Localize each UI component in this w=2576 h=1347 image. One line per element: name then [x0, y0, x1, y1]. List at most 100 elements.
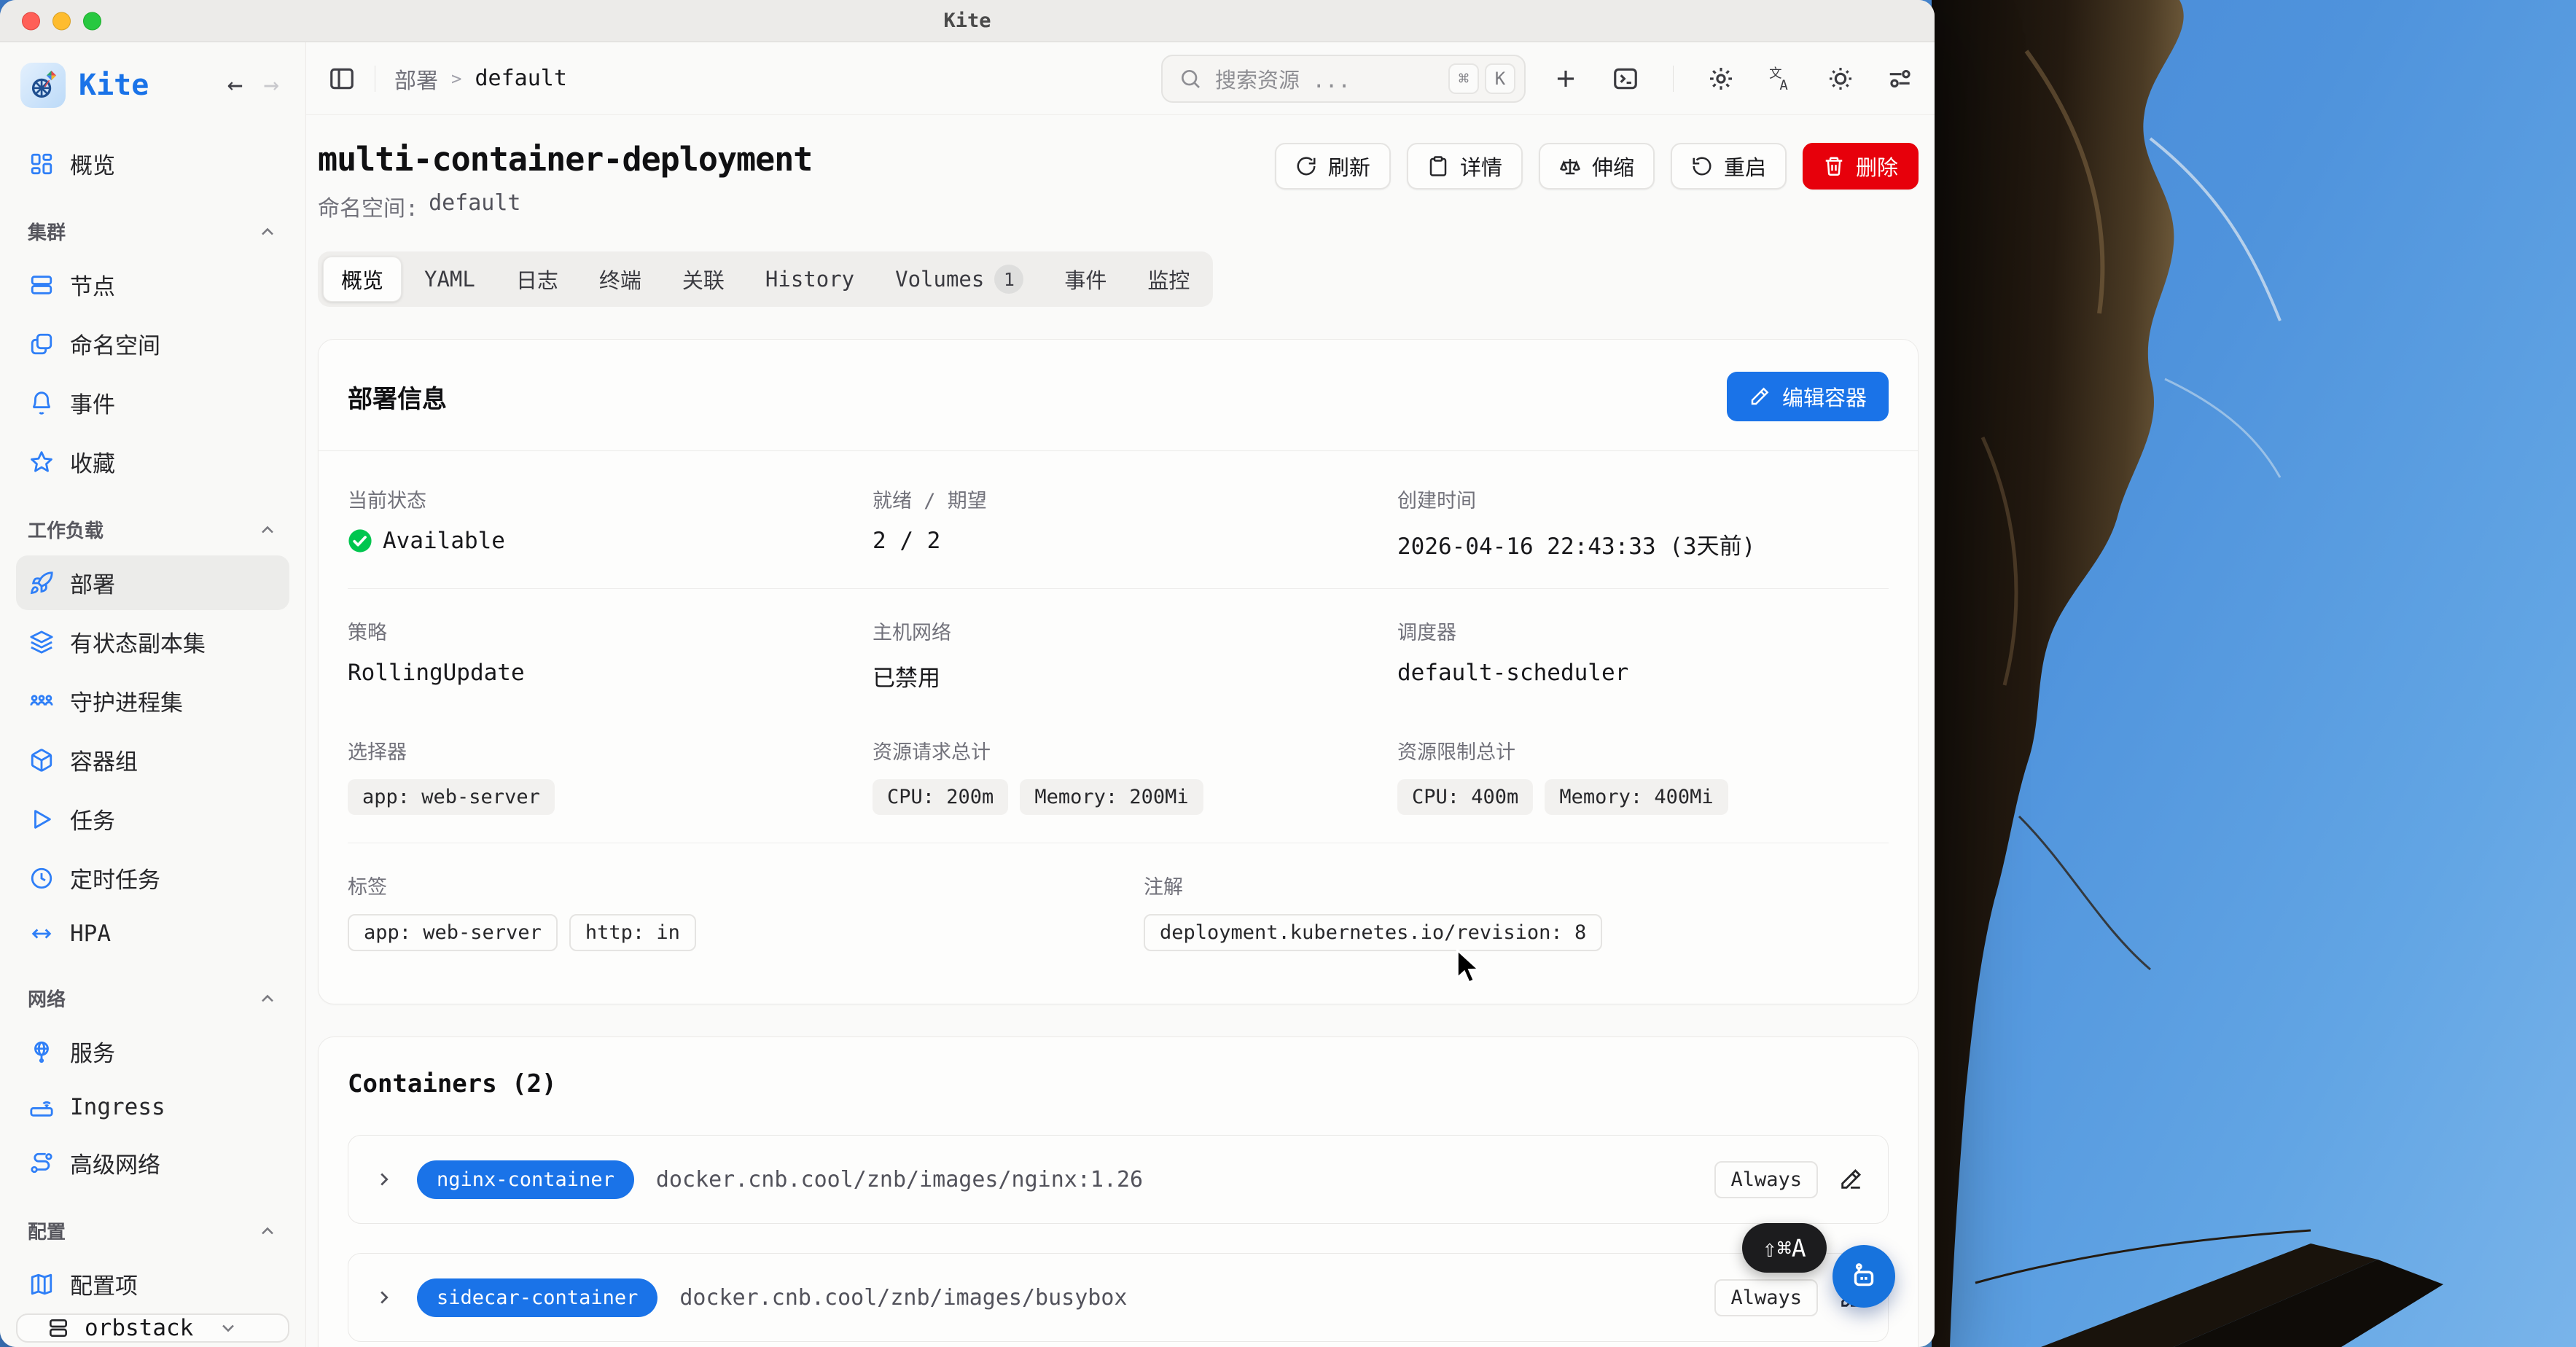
- history-back-icon[interactable]: ←: [227, 72, 243, 98]
- restart-button[interactable]: 重启: [1671, 143, 1787, 190]
- breadcrumb-section[interactable]: 部署: [394, 63, 438, 95]
- sidebar-item-hpa[interactable]: HPA: [16, 910, 289, 958]
- cluster-name: orbstack: [85, 1315, 193, 1341]
- container-image: docker.cnb.cool/znb/images/busybox: [679, 1285, 1127, 1311]
- container-row: nginx-container docker.cnb.cool/znb/imag…: [348, 1135, 1889, 1224]
- tab-related[interactable]: 关联: [664, 257, 743, 302]
- sidebar-item-daemonsets[interactable]: 守护进程集: [16, 674, 289, 728]
- hostnetwork-value: 已禁用: [873, 660, 1397, 692]
- language-translate-icon[interactable]: 文A: [1767, 65, 1795, 93]
- sidebar-item-nodes[interactable]: 节点: [16, 257, 289, 312]
- window-title: Kite: [943, 9, 991, 32]
- container-image: docker.cnb.cool/znb/images/nginx:1.26: [656, 1167, 1143, 1192]
- sidebar-item-favorites[interactable]: 收藏: [16, 434, 289, 489]
- edit-container-icon[interactable]: [1838, 1167, 1863, 1192]
- sidebar-item-label: 容器组: [70, 743, 138, 776]
- tab-yaml[interactable]: YAML: [406, 257, 493, 302]
- stacked-boxes-icon: [29, 332, 54, 356]
- history-forward-icon[interactable]: →: [263, 72, 279, 98]
- terminal-icon[interactable]: [1612, 65, 1639, 93]
- label-badge: http: in: [569, 914, 696, 951]
- close-window-button[interactable]: [22, 12, 40, 30]
- sidebar-item-ingress[interactable]: Ingress: [16, 1083, 289, 1131]
- sidebar-item-pods[interactable]: 容器组: [16, 733, 289, 787]
- sidebar-item-statefulsets[interactable]: 有状态副本集: [16, 614, 289, 669]
- sidebar-item-namespaces[interactable]: 命名空间: [16, 316, 289, 371]
- selector-badge: app: web-server: [348, 779, 555, 815]
- cluster-selector[interactable]: orbstack: [16, 1313, 289, 1343]
- chevron-up-icon: [257, 222, 278, 242]
- sidebar-item-label: 定时任务: [70, 862, 160, 894]
- tab-monitoring[interactable]: 监控: [1129, 257, 1208, 302]
- sidebar-item-label: Ingress: [70, 1094, 165, 1120]
- kite-logo: [20, 63, 66, 108]
- section-label: 工作负载: [28, 516, 104, 543]
- chevron-down-icon: [218, 1318, 238, 1338]
- delete-button[interactable]: 删除: [1803, 143, 1919, 190]
- annotation-badge: deployment.kubernetes.io/revision: 8: [1144, 914, 1602, 951]
- sidebar-item-overview[interactable]: 概览: [16, 136, 289, 191]
- sidebar-item-deployments[interactable]: 部署: [16, 555, 289, 610]
- sidebar-section-network[interactable]: 网络: [16, 960, 289, 1022]
- image-pull-policy-badge: Always: [1714, 1279, 1818, 1316]
- tab-logs[interactable]: 日志: [498, 257, 577, 302]
- sidebar-section-config[interactable]: 配置: [16, 1192, 289, 1254]
- settings-gear-icon[interactable]: [1707, 65, 1735, 93]
- chevron-up-icon: [257, 520, 278, 540]
- ai-assistant-button[interactable]: [1833, 1245, 1895, 1308]
- chevron-right-icon[interactable]: [373, 1287, 395, 1308]
- details-button[interactable]: 详情: [1407, 143, 1523, 190]
- tab-volumes[interactable]: Volumes1: [877, 257, 1042, 302]
- sidebar-item-label: 事件: [70, 386, 115, 419]
- container-row: sidecar-container docker.cnb.cool/znb/im…: [348, 1253, 1889, 1342]
- detail-tabs: 概览 YAML 日志 终端 关联 History Volumes1 事件 监控: [318, 251, 1213, 307]
- play-icon: [29, 807, 54, 832]
- labels-label: 标签: [348, 871, 1144, 899]
- requests-label: 资源请求总计: [873, 736, 1397, 765]
- tab-overview[interactable]: 概览: [323, 257, 402, 302]
- route-icon: [29, 1151, 54, 1176]
- sidebar-item-configmaps[interactable]: 配置项: [16, 1257, 289, 1311]
- search-input[interactable]: 搜索资源 ... ⌘ K: [1161, 55, 1526, 103]
- topbar: 部署 > default 搜索资源 ... ⌘ K: [306, 42, 1935, 115]
- sidebar-item-label: 收藏: [70, 445, 115, 478]
- sidebar-section-cluster[interactable]: 集群: [16, 193, 289, 255]
- preferences-sliders-icon[interactable]: [1886, 65, 1914, 93]
- tab-history[interactable]: History: [747, 257, 873, 302]
- edit-containers-button[interactable]: 编辑容器: [1727, 372, 1889, 421]
- status-check-icon: [348, 528, 372, 553]
- star-icon: [29, 450, 54, 475]
- sidebar-item-jobs[interactable]: 任务: [16, 792, 289, 846]
- cmd-key: ⌘: [1448, 63, 1479, 94]
- zoom-window-button[interactable]: [83, 12, 101, 30]
- label-badge: app: web-server: [348, 914, 558, 951]
- refresh-button[interactable]: 刷新: [1275, 143, 1391, 190]
- deployment-info-card: 部署信息 编辑容器 当前状态: [318, 339, 1919, 1004]
- created-label: 创建时间: [1397, 485, 1889, 513]
- container-name-badge[interactable]: sidecar-container: [417, 1278, 657, 1317]
- sidebar-item-cronjobs[interactable]: 定时任务: [16, 851, 289, 905]
- chevron-right-icon[interactable]: [373, 1168, 395, 1190]
- sidebar-item-label: 配置项: [70, 1268, 138, 1300]
- dashboard-grid-icon: [29, 152, 54, 176]
- sidebar-toggle-icon[interactable]: [328, 65, 356, 93]
- add-resource-icon[interactable]: [1552, 65, 1580, 93]
- theme-sun-icon[interactable]: [1827, 65, 1854, 93]
- sidebar-item-services[interactable]: 服务: [16, 1024, 289, 1079]
- tab-terminal[interactable]: 终端: [581, 257, 660, 302]
- brand-name: Kite: [79, 69, 149, 102]
- trash-icon: [1823, 155, 1845, 177]
- sidebar-item-advanced-network[interactable]: 高级网络: [16, 1136, 289, 1190]
- router-icon: [29, 1095, 54, 1120]
- scale-button[interactable]: 伸缩: [1539, 143, 1655, 190]
- minimize-window-button[interactable]: [52, 12, 71, 30]
- section-label: 集群: [28, 218, 66, 245]
- tab-events[interactable]: 事件: [1046, 257, 1125, 302]
- wallpaper-hair-silhouette: [1932, 0, 2576, 1347]
- sidebar-item-events[interactable]: 事件: [16, 375, 289, 430]
- status-label: 当前状态: [348, 485, 873, 513]
- sidebar-section-workloads[interactable]: 工作负载: [16, 491, 289, 553]
- container-name-badge[interactable]: nginx-container: [417, 1160, 634, 1199]
- limit-memory-badge: Memory: 400Mi: [1545, 779, 1728, 815]
- search-shortcut: ⌘ K: [1448, 63, 1515, 94]
